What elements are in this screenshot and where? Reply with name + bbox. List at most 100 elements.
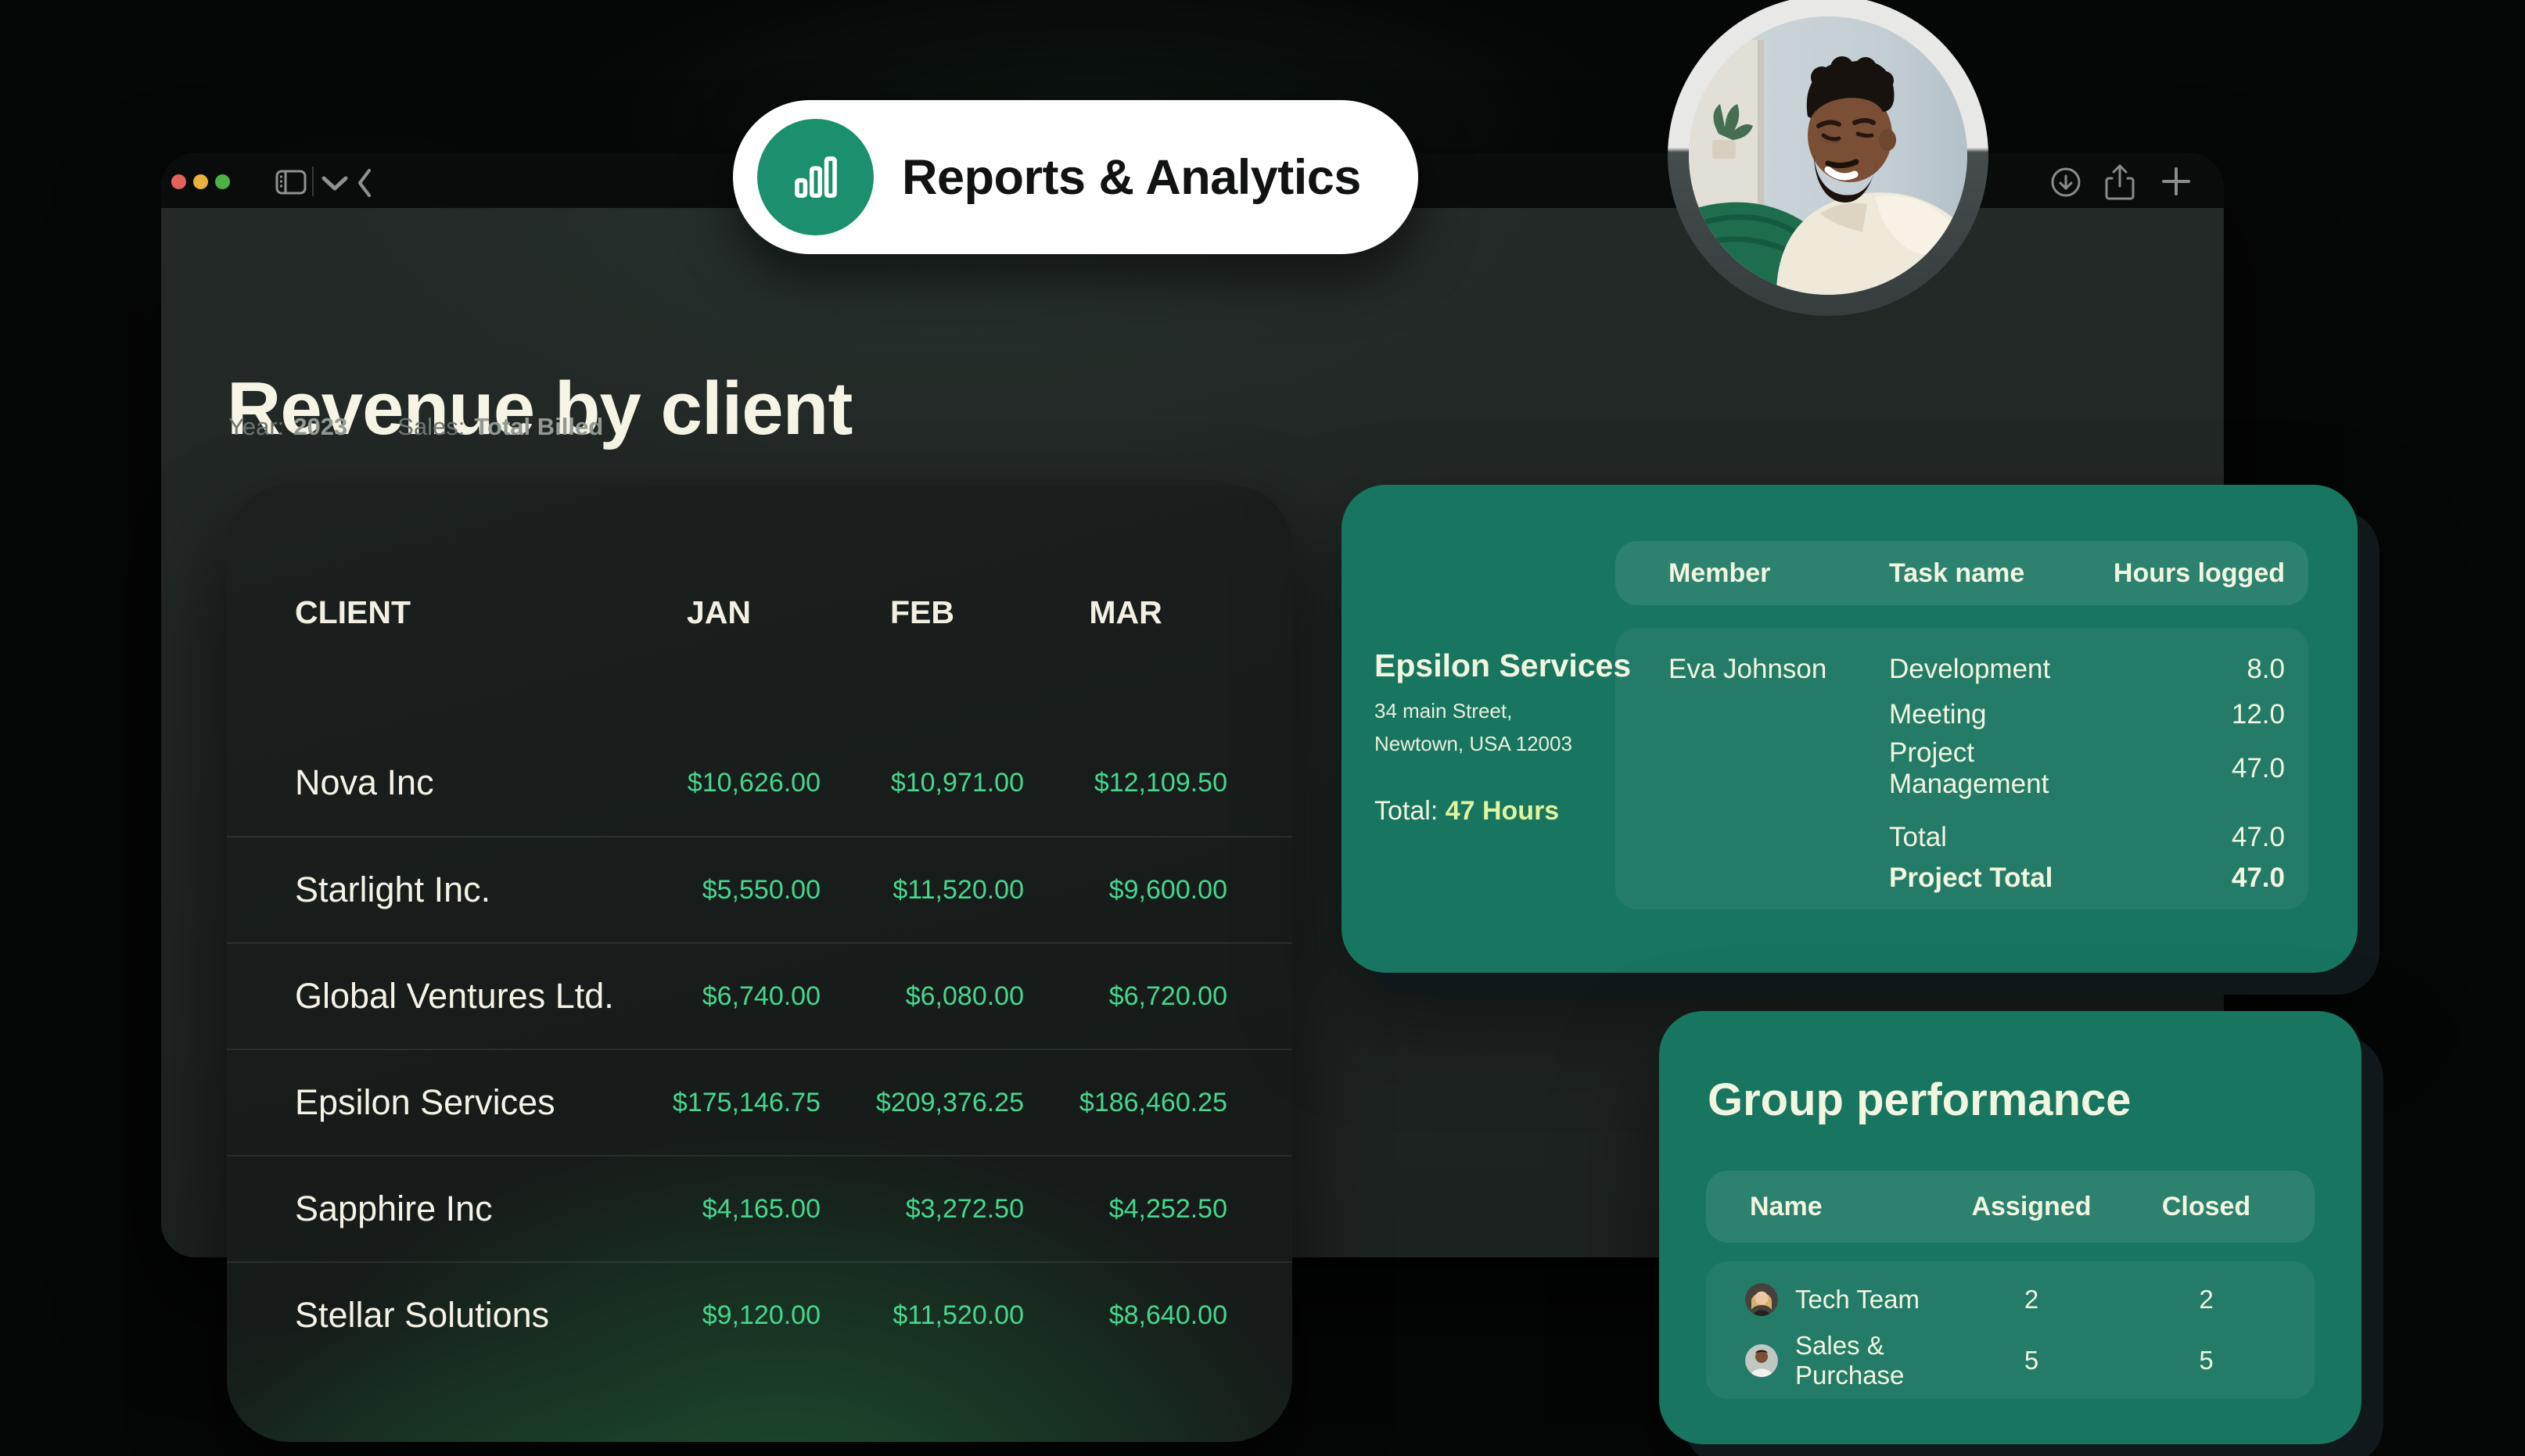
year-filter[interactable]: Year: 2023 [228, 413, 347, 441]
client-name: Stellar Solutions [295, 1295, 617, 1336]
task-hours: 8.0 [2113, 654, 2285, 685]
column-header-mar[interactable]: MAR [1024, 594, 1227, 631]
client-name: Sapphire Inc [295, 1189, 617, 1229]
assigned-count: 5 [1965, 1346, 2098, 1375]
hours-total-label: Total: [1374, 796, 1438, 826]
assigned-count: 2 [1965, 1285, 2098, 1314]
table-row: Global Ventures Ltd.$6,740.00$6,080.00$6… [227, 942, 1292, 1049]
column-header-task-name[interactable]: Task name [1889, 558, 2113, 589]
revenue-table-body: Nova Inc$10,626.00$10,971.00$12,109.50St… [227, 730, 1292, 1368]
feb-value: $3,272.50 [821, 1194, 1024, 1225]
mar-value: $186,460.25 [1024, 1088, 1227, 1118]
group-table-header: Name Assigned Closed [1706, 1171, 2315, 1243]
feb-value: $11,520.00 [821, 1300, 1024, 1331]
jan-value: $6,740.00 [617, 981, 821, 1012]
jan-value: $5,550.00 [617, 875, 821, 906]
year-filter-label: Year: [228, 413, 284, 441]
table-row: Nova Inc$10,626.00$10,971.00$12,109.50 [227, 730, 1292, 836]
summary-hours: 47.0 [2113, 862, 2285, 894]
jan-value: $10,626.00 [617, 768, 821, 798]
task-name: Development [1889, 654, 2113, 685]
summary-hours: 47.0 [2113, 822, 2285, 853]
timesheet-table-header: Member Task name Hours logged [1615, 541, 2308, 605]
sales-filter-value: Total Billed [474, 413, 603, 441]
group-performance-title: Group performance [1708, 1074, 2131, 1126]
bar-chart-icon [757, 119, 874, 235]
closed-count: 2 [2098, 1285, 2315, 1314]
group-name: Tech Team [1795, 1285, 1920, 1314]
column-header-jan[interactable]: JAN [617, 594, 821, 631]
summary-row: Project Total47.0 [1615, 858, 2308, 898]
revenue-table-header: CLIENT JAN FEB MAR [227, 485, 1292, 631]
group-row: Tech Team 22 [1706, 1269, 2315, 1330]
screenshot-root: Revenue by client Year: 2023 Sales: Tota… [0, 0, 2525, 1456]
group-performance-card: Group performance Name Assigned Closed T… [1659, 1011, 2362, 1444]
column-header-client[interactable]: CLIENT [295, 594, 617, 631]
group-table-body: Tech Team22Sales & Purchase55 [1706, 1261, 2315, 1399]
share-icon[interactable] [2103, 163, 2137, 202]
feb-value: $11,520.00 [821, 875, 1024, 906]
column-header-closed[interactable]: Closed [2098, 1192, 2315, 1222]
column-header-feb[interactable]: FEB [821, 594, 1024, 631]
company-name: Epsilon Services [1374, 647, 1631, 684]
zoom-window-button[interactable] [215, 174, 230, 189]
closed-count: 5 [2098, 1346, 2315, 1375]
task-row: Meeting12.0 [1615, 692, 2308, 737]
feb-value: $6,080.00 [821, 981, 1024, 1012]
timesheet-card: Epsilon Services 34 main Street, Newtown… [1342, 485, 2358, 973]
report-filters: Year: 2023 Sales: Total Billed [228, 413, 603, 441]
jan-value: $9,120.00 [617, 1300, 821, 1331]
group-name-cell: Sales & Purchase [1706, 1331, 1965, 1390]
table-row: Sapphire Inc$4,165.00$3,272.50$4,252.50 [227, 1155, 1292, 1261]
task-name: Meeting [1889, 699, 2113, 730]
address-line-2: Newtown, USA 12003 [1374, 727, 1572, 760]
revenue-by-client-card: CLIENT JAN FEB MAR Nova Inc$10,626.00$10… [227, 485, 1292, 1442]
group-name-cell: Tech Team [1706, 1283, 1965, 1316]
address-line-1: 34 main Street, [1374, 694, 1572, 727]
sales-filter[interactable]: Sales: Total Billed [397, 413, 603, 441]
reports-analytics-pill[interactable]: Reports & Analytics [733, 100, 1418, 254]
blonde-woman-avatar [1745, 1283, 1778, 1316]
company-address: 34 main Street, Newtown, USA 12003 [1374, 694, 1572, 760]
client-name: Epsilon Services [295, 1082, 617, 1123]
mar-value: $12,109.50 [1024, 768, 1227, 798]
member-name: Eva Johnson [1668, 654, 1889, 685]
client-name: Starlight Inc. [295, 870, 617, 910]
new-tab-plus-icon[interactable] [2159, 164, 2193, 199]
man-avatar [1745, 1344, 1778, 1377]
reports-analytics-label: Reports & Analytics [902, 149, 1361, 206]
summary-label: Project Total [1889, 862, 2113, 894]
client-name: Nova Inc [295, 762, 617, 803]
column-header-hours-logged[interactable]: Hours logged [2113, 558, 2285, 589]
mar-value: $6,720.00 [1024, 981, 1227, 1012]
hours-total: Total: 47 Hours [1374, 796, 1559, 827]
task-hours: 47.0 [2113, 753, 2285, 784]
column-header-member[interactable]: Member [1668, 558, 1889, 589]
mar-value: $4,252.50 [1024, 1194, 1227, 1225]
column-header-assigned[interactable]: Assigned [1965, 1192, 2098, 1222]
sidebar-toggle-icon[interactable] [275, 170, 307, 195]
user-avatar[interactable] [1689, 16, 1967, 295]
titlebar-divider [312, 167, 314, 196]
feb-value: $10,971.00 [821, 768, 1024, 798]
timesheet-table-body: Eva JohnsonDevelopment8.0Meeting12.0Proj… [1615, 628, 2308, 909]
close-window-button[interactable] [171, 174, 186, 189]
group-name: Sales & Purchase [1795, 1331, 1965, 1390]
table-row: Starlight Inc.$5,550.00$11,520.00$9,600.… [227, 836, 1292, 942]
table-row: Stellar Solutions$9,120.00$11,520.00$8,6… [227, 1261, 1292, 1368]
minimize-window-button[interactable] [193, 174, 208, 189]
client-name: Global Ventures Ltd. [295, 976, 617, 1017]
back-chevron-icon[interactable] [356, 167, 373, 199]
summary-row: Total47.0 [1615, 817, 2308, 858]
task-row: Project Management47.0 [1615, 737, 2308, 783]
group-row: Sales & Purchase55 [1706, 1330, 2315, 1391]
summary-label: Total [1889, 822, 2113, 853]
mar-value: $9,600.00 [1024, 875, 1227, 906]
year-filter-value: 2023 [293, 413, 347, 441]
download-icon[interactable] [2049, 166, 2082, 199]
feb-value: $209,376.25 [821, 1088, 1024, 1118]
jan-value: $4,165.00 [617, 1194, 821, 1225]
mar-value: $8,640.00 [1024, 1300, 1227, 1331]
column-header-name[interactable]: Name [1706, 1192, 1965, 1222]
chevron-down-icon[interactable] [321, 175, 349, 192]
